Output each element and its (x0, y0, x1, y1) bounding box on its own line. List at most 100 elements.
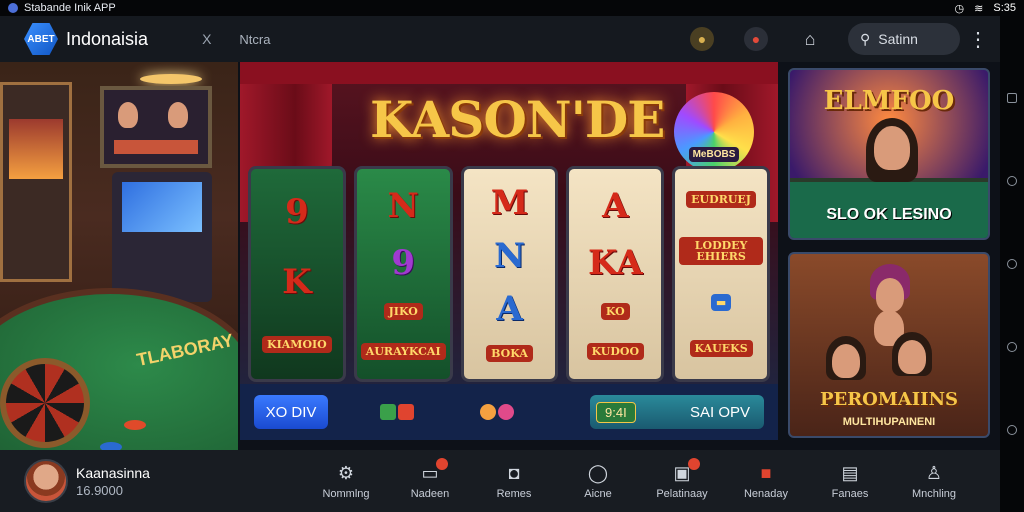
promo-card-1[interactable]: ELMFOO SLO OK LESINO (788, 68, 990, 240)
header-subtitle: Ntcra (239, 31, 271, 47)
curtain-valance (240, 62, 778, 84)
reel-badge: EUDRUEJ (686, 191, 757, 209)
game-icon: ◘ (508, 462, 520, 483)
reel: N 9 JIKO AURAYKCAI (353, 166, 453, 382)
app-title: Indonaisia (66, 28, 149, 49)
search-icon: ⚲ (860, 30, 871, 47)
arcade-cabinet (112, 172, 212, 302)
more-menu-icon[interactable]: ⋮ (968, 27, 988, 52)
game-badge[interactable]: MeBOBS (674, 92, 754, 172)
nav-label: Fanaes (831, 488, 869, 500)
nav-item[interactable]: ▭ Nadeen (388, 458, 472, 500)
spin-value: 9:4I (596, 401, 636, 423)
close-icon[interactable]: X (202, 31, 211, 47)
promo-caption: SLO OK LESINO (826, 206, 952, 223)
promo-headline: PEROMAIINS (819, 389, 959, 410)
reel-tag: KIAMOIO (262, 335, 332, 353)
nav-label: Nommlng (322, 488, 370, 500)
promo-caption: MULTIHUPAINENI (842, 416, 936, 428)
nav-label: Nenaday (743, 488, 789, 500)
reel-symbol-shield: ▬ (710, 293, 732, 311)
nav-item[interactable]: ◯ Aicne (556, 462, 640, 501)
circle-icon-2[interactable] (1007, 342, 1017, 353)
nav-items: ⚙ Nommlng ▭ Nadeen ◘ Remes ◯ Aicne ▣ Pel… (304, 458, 976, 501)
game-badge-label: MeBOBS (688, 147, 740, 162)
user-name: Kaanasinna (76, 464, 150, 481)
system-rail (1000, 16, 1024, 512)
nav-label: Nadeen (410, 488, 450, 500)
nav-item[interactable]: ▣ Pelatinaay (640, 458, 724, 500)
promo-figure (876, 278, 904, 312)
reel-symbol: K (282, 262, 312, 303)
wifi-icon: ≋ (974, 2, 984, 15)
reel-symbol: N (493, 236, 526, 277)
nav-badge-dot (436, 458, 448, 470)
reel-badge: KO (600, 302, 630, 320)
nav-item[interactable]: ▤ Fanaes (808, 462, 892, 501)
casino-room-image[interactable]: TLABORAY (0, 62, 238, 450)
dice-icon[interactable] (380, 404, 420, 420)
search-button[interactable]: ⚲ Satinn (848, 23, 960, 55)
avatar[interactable] (24, 459, 68, 503)
home-icon[interactable]: ⌂ (798, 27, 822, 51)
status-right: ◷ ≋ S:35 (955, 2, 1016, 15)
roulette-wheel (0, 358, 90, 448)
recent-apps-icon[interactable] (1007, 92, 1017, 103)
app-status-icon (8, 3, 18, 13)
featured-game-banner[interactable]: KASON'DE MeBOBS 9 K KIAMOIO N 9 JIKO AUR… (240, 62, 778, 440)
promo-figure (898, 340, 926, 374)
reel-symbol: M (490, 183, 529, 224)
notification-icon[interactable]: ● (744, 27, 768, 51)
nav-label: Pelatinaay (656, 488, 708, 500)
reel-tag: KAUEKS (689, 339, 753, 357)
reel-symbol: 9 (285, 192, 309, 233)
nav-item[interactable]: ◘ Remes (472, 462, 556, 501)
slot-reels: 9 K KIAMOIO N 9 JIKO AURAYKCAI M N A BOK… (248, 166, 770, 382)
promo-card-2[interactable]: PEROMAIINS MULTIHUPAINENI (788, 252, 990, 438)
status-bar: Stabande Inik APP ◷ ≋ S:35 (0, 0, 1024, 16)
gear-icon: ⚙ (337, 462, 355, 483)
logo-text: ABET (27, 33, 55, 45)
game-controls: XO DIV 9:4I SAI OPV (240, 384, 778, 440)
nav-item[interactable]: ■ Nenaday (724, 462, 808, 501)
nav-label: Remes (496, 488, 532, 500)
circle-icon[interactable] (1007, 258, 1017, 269)
reel: 9 K KIAMOIO (248, 166, 346, 382)
home-circle-icon[interactable] (1007, 175, 1017, 186)
reel-badge: BOKA (486, 344, 533, 362)
table-text: TLABORAY (134, 330, 236, 371)
nav-item[interactable]: ♙ Mnchling (892, 462, 976, 501)
search-label: Satinn (878, 31, 918, 47)
nav-item[interactable]: ⚙ Nommlng (304, 462, 388, 501)
user-profile[interactable]: Kaanasinna 16.9000 (24, 459, 304, 503)
chips-icon[interactable] (480, 404, 520, 420)
back-icon[interactable] (1007, 425, 1017, 436)
slot-machine (0, 82, 72, 282)
reel-symbol: N (387, 185, 419, 226)
top-bar: ABET Indonaisia X Ntcra ● ● ⌂ ⚲ Satinn ⋮ (0, 16, 1000, 62)
bet-button[interactable]: XO DIV (254, 395, 328, 429)
game-title: KASON'DE (370, 90, 665, 149)
reel: M N A BOKA (460, 166, 559, 382)
status-left-text: Stabande Inik APP (24, 2, 116, 14)
lamp (140, 74, 202, 84)
reel-symbol: A (602, 185, 629, 226)
nav-label: Mnchling (911, 488, 957, 500)
cup-icon: ■ (760, 462, 772, 483)
person-icon: ♙ (925, 462, 943, 483)
bottom-nav: Kaanasinna 16.9000 ⚙ Nommlng ▭ Nadeen ◘ … (0, 450, 1000, 512)
nav-badge-dot (688, 458, 700, 470)
alarm-icon: ◷ (954, 2, 965, 15)
reel-badge: LODDEY EHIERS (679, 237, 763, 266)
chip (124, 420, 146, 430)
app-root: Stabande Inik APP ◷ ≋ S:35 ABET Indonais… (0, 0, 1024, 512)
reel-badge: JIKO (383, 302, 423, 320)
promo-headline: ELMFOO (823, 86, 955, 116)
app-logo-icon[interactable]: ABET (24, 23, 58, 55)
reel: A KA KO KUDOO (566, 166, 665, 382)
user-balance: 16.9000 (76, 482, 123, 498)
spin-button[interactable]: 9:4I SAI OPV (590, 395, 764, 429)
promo-figure (874, 126, 910, 170)
reel-tag: KUDOO (586, 342, 645, 360)
coin-icon[interactable]: ● (690, 27, 714, 51)
